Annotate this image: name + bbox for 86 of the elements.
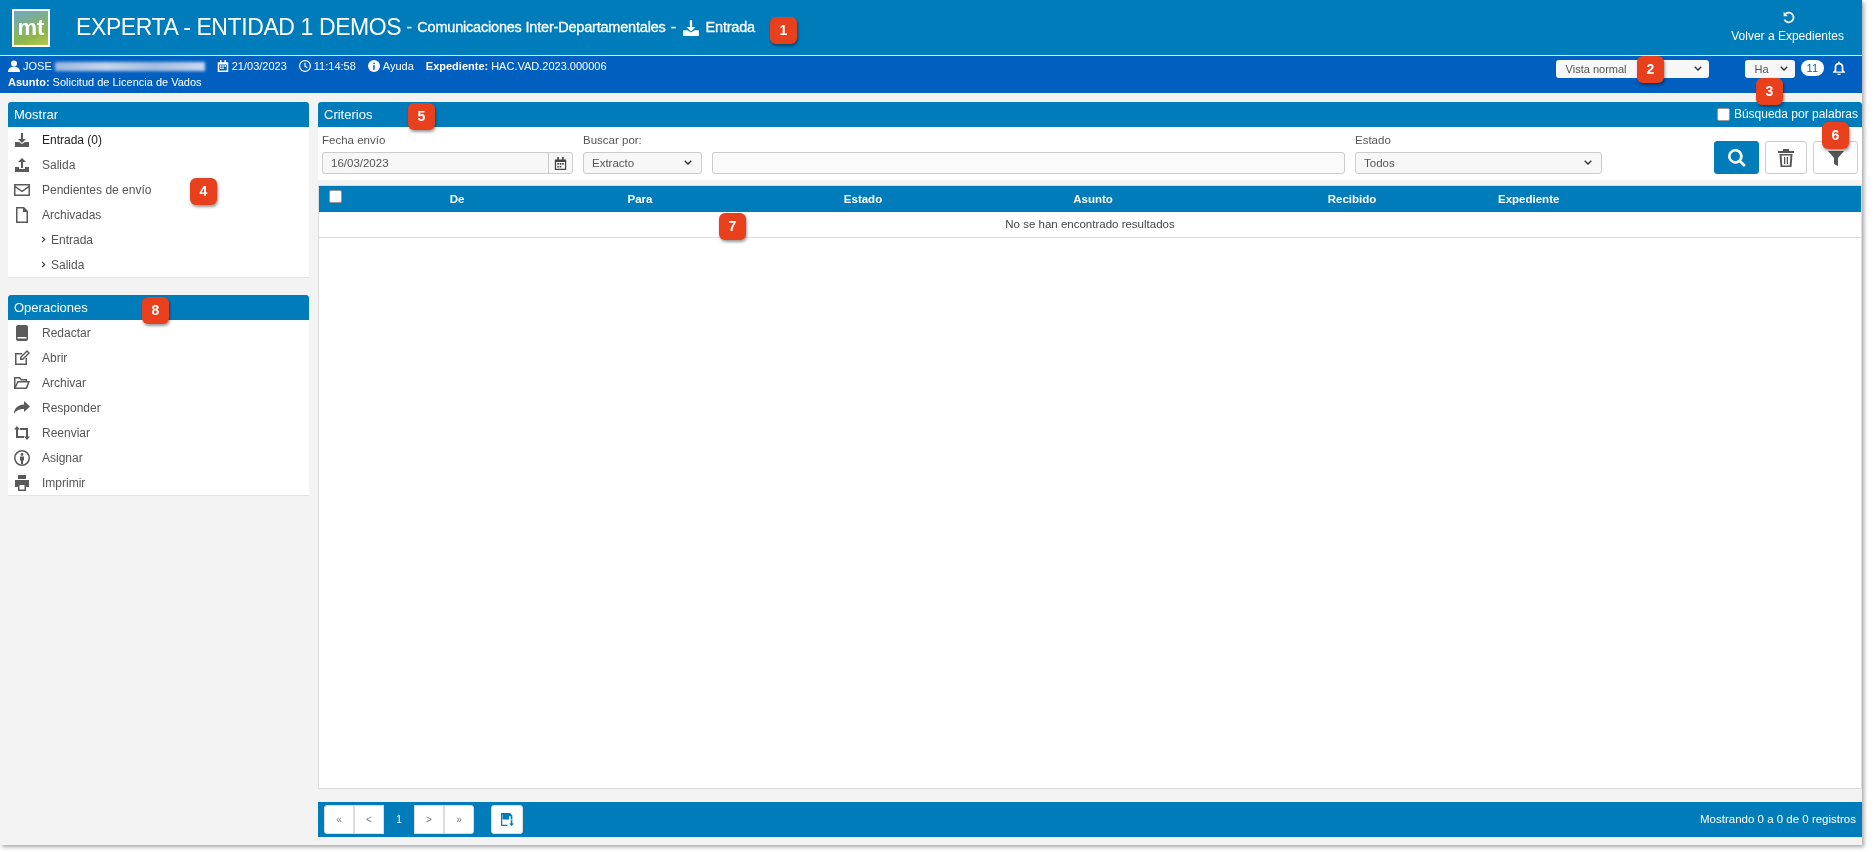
search-text-field[interactable] (712, 152, 1345, 175)
callout-tooltip: 3 (1756, 78, 1783, 105)
separator: - (670, 16, 677, 39)
column-header[interactable]: Asunto (980, 190, 1206, 208)
page-button[interactable]: « (324, 805, 354, 834)
logo: mt (12, 8, 50, 47)
download-icon (681, 18, 700, 37)
operation-item[interactable]: Redactar (8, 320, 99, 345)
sidebar-item[interactable]: Salida (8, 152, 84, 177)
field-label: Buscar por: (583, 133, 643, 148)
callout-tooltip: 8 (142, 297, 169, 324)
app-title: EXPERTA - ENTIDAD 1 DEMOS (76, 13, 402, 43)
asunto-text: Solicitud de Licencia de Vados (52, 74, 202, 90)
separator: - (406, 16, 413, 39)
upload-icon (14, 156, 30, 173)
back-button[interactable]: Volver a Expedientes (1731, 10, 1844, 45)
envelope-icon (14, 181, 30, 198)
asunto-label: Asunto: (8, 74, 50, 90)
repeat-icon (14, 424, 30, 441)
operation-item[interactable]: Abrir (8, 345, 76, 370)
select-all-checkbox[interactable] (329, 190, 342, 204)
chevron-right-icon (40, 235, 48, 244)
language-select[interactable]: Ha (1744, 60, 1795, 78)
calendar-icon (554, 156, 567, 170)
module-title: Comunicaciones Inter-Departamentales (417, 17, 666, 37)
chevron-right-icon (40, 260, 48, 269)
search-by-select[interactable]: Extracto (583, 152, 702, 175)
reply-arrow-icon (14, 399, 30, 416)
edit-icon (14, 349, 30, 366)
column-header[interactable]: De (380, 190, 534, 208)
callout-tooltip: 7 (719, 213, 746, 240)
operation-item[interactable]: Archivar (8, 370, 94, 395)
folder-icon (14, 374, 30, 391)
state-select[interactable]: Todos (1355, 152, 1602, 175)
printer-icon (14, 474, 30, 491)
document-icon (14, 206, 30, 223)
panel-title: Mostrar (14, 107, 59, 122)
callout-tooltip: 1 (770, 17, 797, 44)
operation-item[interactable]: Reenviar (8, 420, 99, 445)
expediente-label: Expediente: (425, 58, 489, 74)
field-label: Estado (1355, 133, 1392, 148)
trash-icon (1778, 148, 1794, 167)
expediente-number: HAC.VAD.2023.000006 (491, 58, 607, 74)
column-header[interactable]: Expediente (1498, 190, 1560, 208)
column-header[interactable]: Para (534, 190, 746, 208)
search-button[interactable] (1714, 141, 1759, 175)
section-title: Entrada (705, 17, 755, 37)
record-summary: Mostrando 0 a 0 de 0 registros (1700, 811, 1856, 827)
sidebar-item[interactable]: Archivadas (8, 202, 110, 227)
sidebar-subitem[interactable]: Salida (8, 252, 93, 277)
column-header[interactable]: Estado (746, 190, 980, 208)
sidebar-item[interactable]: Entrada (0) (8, 127, 111, 152)
help-link[interactable]: Ayuda (367, 57, 414, 75)
operation-item[interactable]: Imprimir (8, 470, 94, 495)
empty-message: No se han encontrado resultados (1005, 217, 1175, 233)
callout-tooltip: 5 (408, 103, 435, 130)
clock-icon (298, 60, 311, 72)
callout-tooltip: 6 (1822, 122, 1849, 149)
book-icon (14, 324, 30, 341)
notification-count: 11 (1800, 60, 1824, 76)
callout-tooltip: 4 (190, 178, 217, 205)
bell-icon (1832, 60, 1846, 75)
callout-tooltip: 2 (1637, 56, 1664, 83)
column-header[interactable]: Recibido (1206, 190, 1498, 208)
panel-title: Criterios (324, 106, 373, 124)
date-text: 21/03/2023 (231, 58, 287, 74)
page-button[interactable]: » (444, 805, 474, 834)
export-button[interactable] (491, 805, 523, 834)
info-icon (367, 60, 380, 72)
delete-button[interactable] (1765, 141, 1807, 175)
user-icon (8, 60, 20, 72)
user-name: JOSE (23, 58, 52, 74)
field-label: Fecha envío (322, 133, 387, 148)
sidebar-subitem[interactable]: Entrada (8, 227, 102, 252)
page-button[interactable]: > (414, 805, 444, 834)
operation-item[interactable]: Asignar (8, 445, 91, 470)
panel-title: Operaciones (14, 300, 88, 315)
download-icon (14, 131, 30, 148)
sidebar-item[interactable]: Pendientes de envío (8, 177, 160, 202)
search-icon (1727, 148, 1746, 167)
page-button[interactable]: < (354, 805, 384, 834)
calendar-icon (216, 60, 229, 72)
date-field[interactable]: 16/03/2023 (322, 152, 573, 175)
time-text: 11:14:58 (313, 58, 356, 74)
save-icon (500, 813, 514, 826)
operation-item[interactable]: Responder (8, 395, 109, 420)
